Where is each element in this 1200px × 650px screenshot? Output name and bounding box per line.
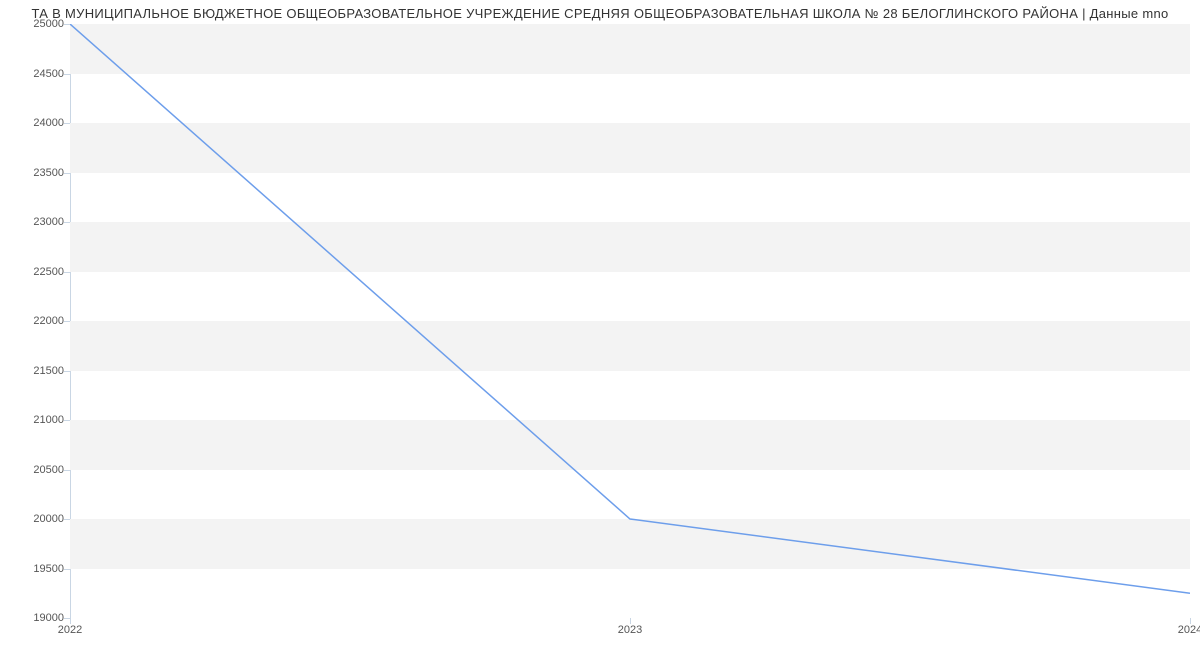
- y-tick-label: 19500: [33, 563, 64, 575]
- y-tick-label: 23000: [33, 216, 64, 228]
- y-tick-label: 22000: [33, 315, 64, 327]
- y-tick-label: 21000: [33, 414, 64, 426]
- chart-title: ТА В МУНИЦИПАЛЬНОЕ БЮДЖЕТНОЕ ОБЩЕОБРАЗОВ…: [0, 6, 1200, 21]
- x-tick-label: 2024: [1178, 624, 1200, 636]
- plot-area: [70, 24, 1190, 618]
- y-tick-label: 20500: [33, 464, 64, 476]
- y-tick-label: 24500: [33, 68, 64, 80]
- y-tick-label: 21500: [33, 365, 64, 377]
- x-tick-label: 2022: [58, 624, 82, 636]
- y-tick-label: 24000: [33, 117, 64, 129]
- y-tick-label: 20000: [33, 513, 64, 525]
- y-tick-label: 22500: [33, 266, 64, 278]
- x-tick-label: 2023: [618, 624, 642, 636]
- y-tick-label: 25000: [33, 18, 64, 30]
- y-tick-label: 19000: [33, 612, 64, 624]
- data-series-line: [70, 24, 1190, 618]
- y-tick-label: 23500: [33, 167, 64, 179]
